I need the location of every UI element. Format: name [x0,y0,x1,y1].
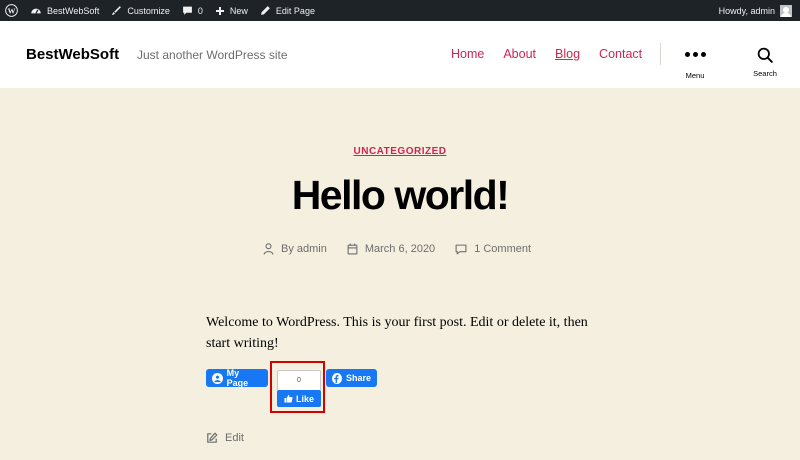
comment-bubble-icon [182,6,192,15]
comments-link-post[interactable]: 1 Comment [474,243,531,255]
search-label: Search [753,69,777,78]
profile-icon [212,372,223,384]
fb-my-page-button[interactable]: My Page [206,368,268,388]
fb-like-button[interactable]: Like [277,390,321,407]
post-edit-link[interactable]: Edit [206,432,244,444]
site-header: BestWebSoft Just another WordPress site … [0,21,800,88]
edit-label: Edit [225,432,244,444]
like-label: Like [295,393,314,404]
comments-count: 0 [197,5,203,16]
new-label: New [229,5,248,16]
svg-text:W: W [8,6,16,15]
dashboard-icon [31,8,41,14]
my-page-label: My Page [226,368,249,388]
my-account-menu[interactable]: Howdy, admin [713,0,800,21]
comment-icon [455,244,467,254]
post-meta: By admin March 6, 2020 1 Comment [263,243,551,255]
site-title[interactable]: BestWebSoft [26,46,119,63]
nav-contact[interactable]: Contact [599,47,642,61]
wordpress-logo-icon: W [5,4,18,17]
customize-link[interactable]: Customize [105,0,176,21]
admin-bar: W BestWebSoft Customize 0 New Edit Page … [0,0,800,21]
post-comments: 1 Comment [455,243,531,255]
customize-label: Customize [127,5,170,16]
more-dots-icon [684,47,706,61]
header-divider [660,43,661,65]
post-title: Hello world! [291,172,510,218]
pencil-icon [261,6,270,15]
thumbs-up-icon [284,394,293,403]
menu-label: Menu [685,71,705,80]
menu-toggle[interactable]: Menu [683,47,707,80]
post-date: March 6, 2020 [347,243,435,255]
howdy-label: Howdy, admin [718,5,775,16]
nav-home[interactable]: Home [451,47,484,61]
calendar-icon [347,243,358,255]
post-category: UNCATEGORIZED [0,141,800,159]
wordpress-logo-button[interactable]: W [0,0,24,21]
primary-menu: Home About Blog Contact [451,47,661,61]
avatar [780,4,792,17]
nav-blog[interactable]: Blog [555,47,580,61]
fb-share-button[interactable]: Share [326,369,377,387]
search-toggle[interactable]: Search [751,47,779,78]
category-link[interactable]: UNCATEGORIZED [354,146,447,157]
author-link[interactable]: By admin [281,243,327,255]
date-link[interactable]: March 6, 2020 [365,243,435,255]
brush-icon [112,6,122,15]
facebook-icon [332,372,342,384]
like-count-bubble: 0 [277,370,321,391]
comments-link[interactable]: 0 [176,0,209,21]
share-label: Share [345,373,371,383]
user-icon [263,243,274,255]
edit-icon [207,432,218,443]
admin-bar-site-link[interactable]: BestWebSoft [24,0,105,21]
admin-bar-site-name: BestWebSoft [47,5,100,16]
search-icon [757,47,773,63]
post-body: Welcome to WordPress. This is your first… [206,315,588,351]
new-content-link[interactable]: New [209,0,254,21]
like-widget-highlight: 0 Like [270,361,325,413]
plus-icon [215,6,224,15]
site-tagline: Just another WordPress site [137,48,288,62]
post-author: By admin [263,243,327,255]
like-count: 0 [297,377,301,384]
nav-about[interactable]: About [503,47,536,61]
edit-page-link[interactable]: Edit Page [254,0,321,21]
edit-page-label: Edit Page [275,5,315,16]
